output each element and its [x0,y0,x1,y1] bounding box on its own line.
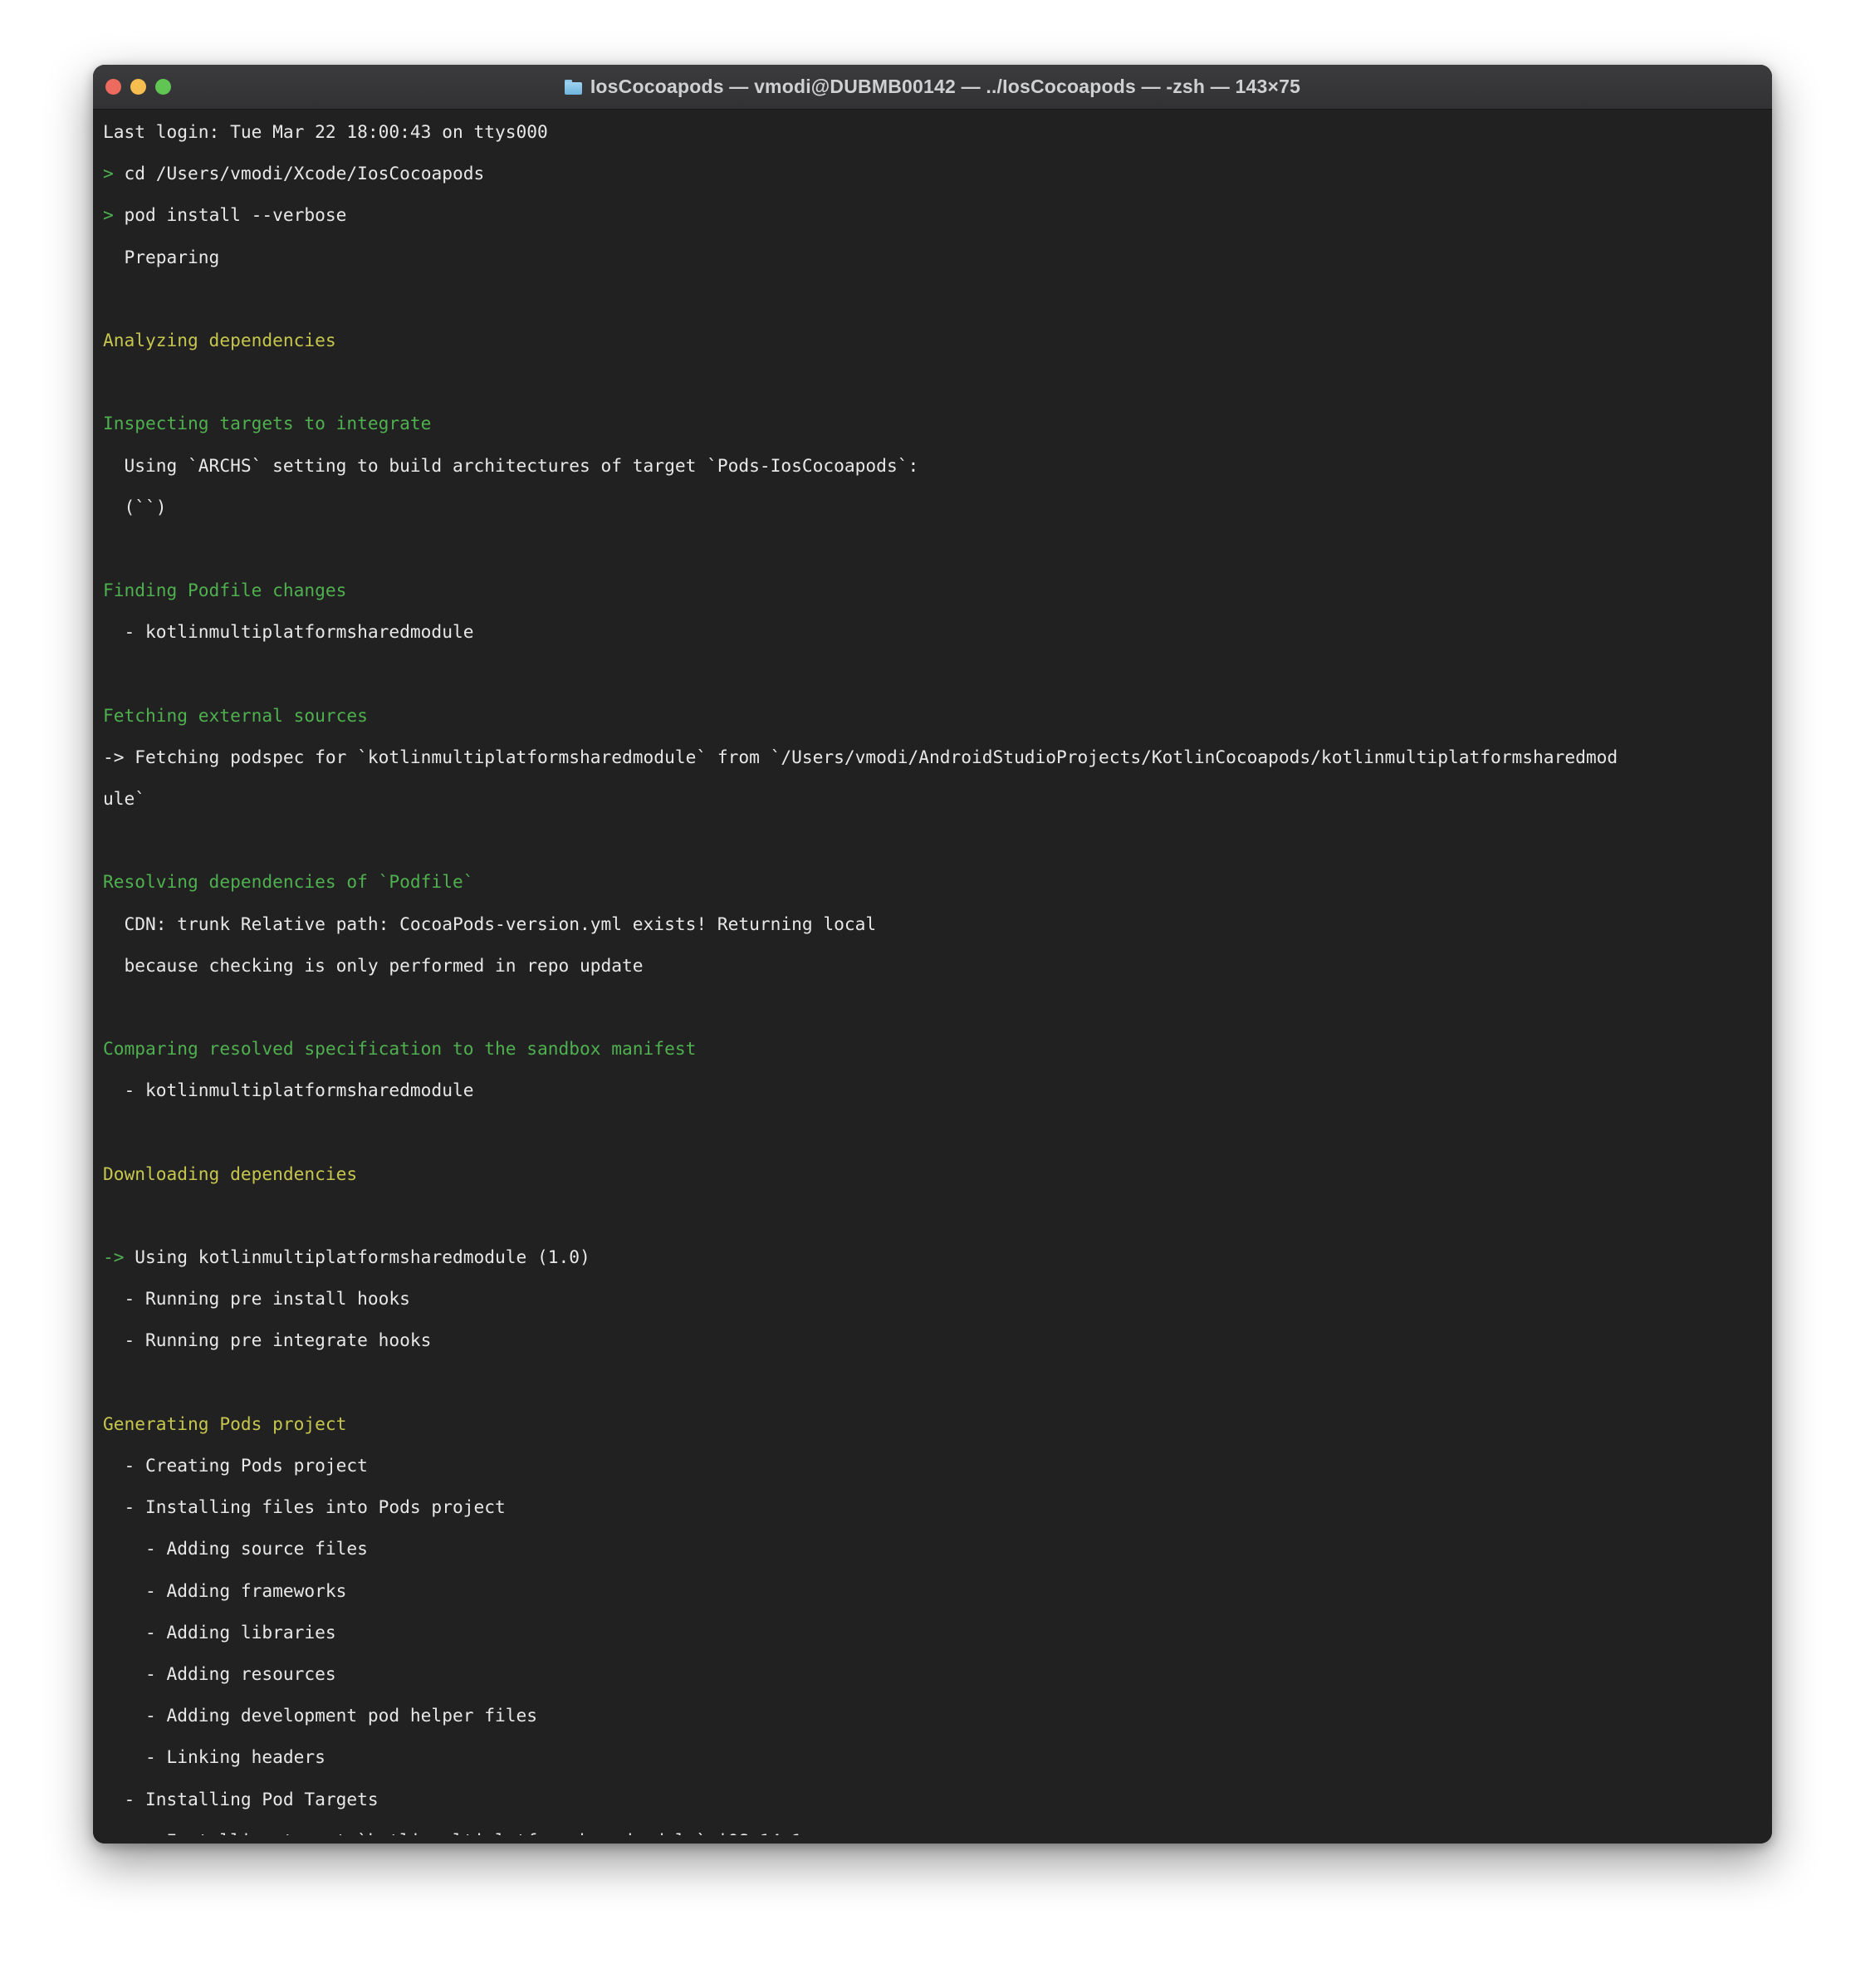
terminal-line: Comparing resolved specification to the … [103,1038,697,1060]
terminal-line: because checking is only performed in re… [103,954,644,976]
close-button[interactable] [105,79,121,95]
shell-command-text: pod install --verbose [113,204,347,226]
terminal-line: > cd /Users/vmodi/Xcode/IosCocoapods [103,163,1772,184]
terminal-line: > pod install --verbose [103,204,1772,225]
terminal-body[interactable]: Last login: Tue Mar 22 18:00:43 on ttys0… [93,110,1772,1844]
terminal-line: -> Fetching podspec for `kotlinmultiplat… [103,746,1618,767]
terminal-line: Finding Podfile changes [103,580,347,601]
terminal-line-text: Using kotlinmultiplatformsharedmodule (1… [124,1246,590,1268]
terminal-line: - Installing Pod Targets [103,1788,379,1809]
window-controls [105,65,171,109]
terminal-output: Last login: Tue Mar 22 18:00:43 on ttys0… [93,121,1772,1844]
terminal-line: -> Using kotlinmultiplatformsharedmodule… [103,1246,1772,1267]
terminal-line: - Running pre integrate hooks [103,1329,432,1351]
terminal-line: ule` [103,788,146,809]
terminal-line: - kotlinmultiplatformsharedmodule [103,621,474,643]
terminal-line: - Adding frameworks [103,1579,347,1601]
terminal-line: - Running pre install hooks [103,1288,410,1310]
terminal-line: - Creating Pods project [103,1455,368,1476]
terminal-line: - Linking headers [103,1746,326,1768]
shell-prompt-symbol: > [103,163,114,184]
terminal-line: - kotlinmultiplatformsharedmodule [103,1080,474,1101]
window-title: IosCocoapods — vmodi@DUBMB00142 — ../Ios… [590,76,1301,97]
terminal-line: Downloading dependencies [103,1163,358,1184]
shell-command-text: cd /Users/vmodi/Xcode/IosCocoapods [113,163,485,184]
terminal-line: Fetching external sources [103,704,368,726]
terminal-window: IosCocoapods — vmodi@DUBMB00142 — ../Ios… [93,65,1772,1844]
window-title-bar[interactable]: IosCocoapods — vmodi@DUBMB00142 — ../Ios… [93,65,1772,110]
terminal-line: Generating Pods project [103,1413,347,1434]
terminal-line: CDN: trunk Relative path: CocoaPods-vers… [103,913,877,934]
terminal-line: - Installing files into Pods project [103,1496,506,1518]
terminal-line: - Adding resources [103,1662,336,1684]
terminal-line: Using `ARCHS` setting to build architect… [103,454,919,476]
terminal-line: Inspecting targets to integrate [103,413,432,434]
zoom-button[interactable] [155,79,171,95]
minimize-button[interactable] [130,79,146,95]
screenshot-stage: IosCocoapods — vmodi@DUBMB00142 — ../Ios… [0,0,1865,1988]
terminal-line: Preparing [103,246,220,267]
status-arrow: -> [103,1246,125,1268]
terminal-line: - Adding libraries [103,1621,336,1643]
folder-icon [564,79,582,95]
terminal-line: Last login: Tue Mar 22 18:00:43 on ttys0… [103,121,548,142]
terminal-line: - Adding development pod helper files [103,1705,537,1726]
terminal-bottom-edge [93,1835,1772,1844]
terminal-line: Resolving dependencies of `Podfile` [103,871,474,893]
title-center-group: IosCocoapods — vmodi@DUBMB00142 — ../Ios… [93,76,1772,98]
terminal-line: Analyzing dependencies [103,329,336,350]
terminal-line: (``) [103,496,167,517]
terminal-line: - Adding source files [103,1538,368,1560]
shell-prompt-symbol: > [103,204,114,226]
